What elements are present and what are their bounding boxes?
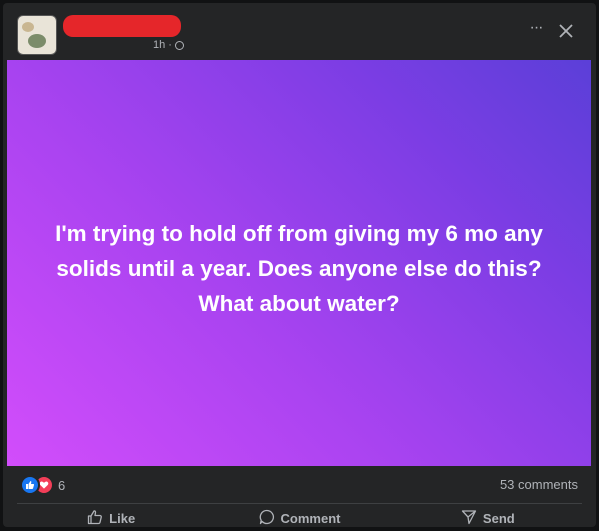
send-button[interactable]: Send xyxy=(394,505,582,531)
like-reaction-icon xyxy=(20,475,40,495)
action-bar: Like Comment Send xyxy=(17,505,582,531)
close-icon[interactable] xyxy=(555,20,577,42)
post-timestamp[interactable]: 1h · xyxy=(153,39,184,51)
globe-icon xyxy=(174,40,184,50)
avatar-detail xyxy=(28,34,46,48)
post-text: I'm trying to hold off from giving my 6 … xyxy=(55,220,543,316)
send-icon xyxy=(461,509,477,528)
comment-label: Comment xyxy=(280,510,341,526)
post-background: I'm trying to hold off from giving my 6 … xyxy=(7,60,591,466)
reaction-count: 6 xyxy=(58,477,66,493)
timestamp-separator: · xyxy=(168,39,172,51)
divider xyxy=(17,503,582,504)
comment-bubble-icon xyxy=(259,509,275,528)
comments-count[interactable]: 53 comments xyxy=(500,477,578,492)
like-button[interactable]: Like xyxy=(17,505,205,531)
like-label: Like xyxy=(109,510,136,526)
avatar-detail xyxy=(22,22,34,32)
avatar[interactable] xyxy=(17,15,57,55)
thumbs-up-icon xyxy=(87,509,103,528)
reactions-summary[interactable]: 6 xyxy=(20,475,65,495)
more-options-icon[interactable]: ··· xyxy=(525,20,547,43)
send-label: Send xyxy=(482,510,515,526)
redacted-author-name xyxy=(63,15,181,37)
post-header: 1h · ··· xyxy=(3,3,596,59)
post-card: 1h · ··· I'm trying to hold off from giv… xyxy=(3,3,596,527)
timestamp-text: 1h xyxy=(153,39,166,51)
comment-button[interactable]: Comment xyxy=(205,505,393,531)
